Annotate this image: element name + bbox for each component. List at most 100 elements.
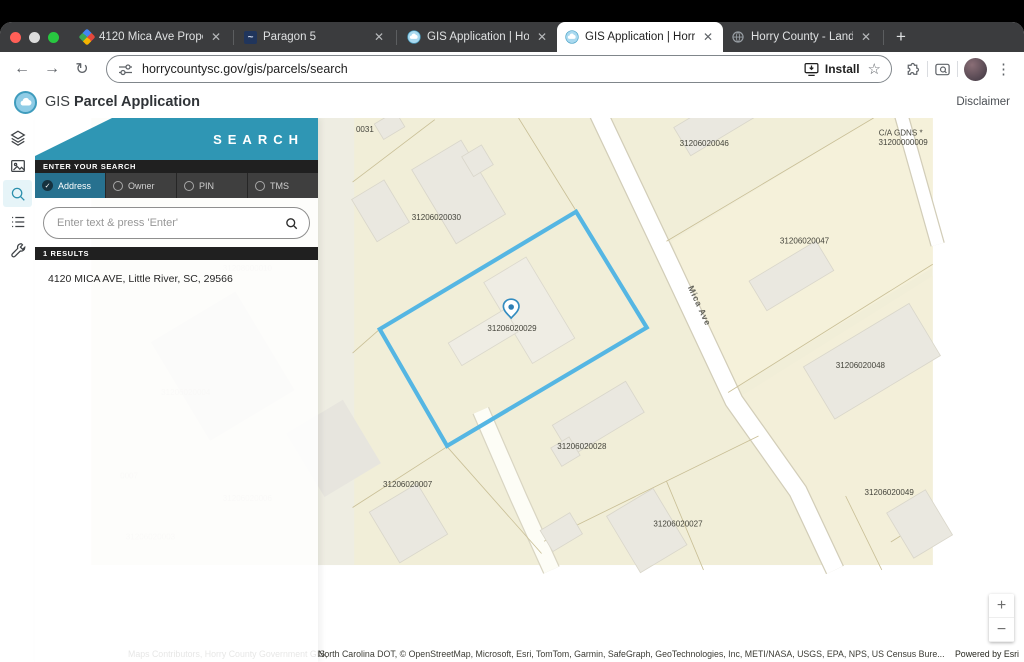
zoom-window-button[interactable] xyxy=(48,32,59,43)
sidebar-item-basemap[interactable] xyxy=(3,152,32,179)
enter-search-bar: ENTER YOUR SEARCH xyxy=(35,160,318,173)
tab-separator xyxy=(396,30,397,45)
app-title-main: Parcel Application xyxy=(74,94,200,110)
tab-close-icon[interactable]: ✕ xyxy=(701,30,715,44)
site-settings-icon[interactable] xyxy=(117,61,134,78)
install-label: Install xyxy=(825,62,860,76)
pinwheel-favicon-icon xyxy=(79,29,96,46)
page-title: GIS Parcel Application xyxy=(45,94,200,110)
cloud-favicon-icon xyxy=(407,30,421,44)
radio-icon xyxy=(255,181,265,191)
search-type-tab-address[interactable]: ✓Address xyxy=(35,173,105,198)
tab-close-icon[interactable]: ✕ xyxy=(859,30,873,44)
parcel-label: 31200000009 xyxy=(879,138,929,147)
tab-title: GIS Application | Horry Coun xyxy=(427,31,529,43)
url-text[interactable]: horrycountysc.gov/gis/parcels/search xyxy=(142,62,795,76)
disclaimer-link[interactable]: Disclaimer xyxy=(956,96,1010,108)
tab-title: 4120 Mica Ave Property Infor xyxy=(99,31,203,43)
search-result-item[interactable]: 4120 MICA AVE, Little River, SC, 29566 xyxy=(35,260,318,285)
parcel-label: 31206020028 xyxy=(557,442,607,451)
reload-button[interactable]: ↻ xyxy=(70,59,94,79)
search-type-label: Owner xyxy=(128,181,155,191)
search-placeholder: Enter text & press 'Enter' xyxy=(57,217,284,229)
parcel-label: 31206020027 xyxy=(653,519,703,528)
search-panel: SEARCH ENTER YOUR SEARCH ✓Address Owner PI… xyxy=(35,118,318,662)
search-panel-title: SEARCH xyxy=(213,132,304,147)
tab-close-icon[interactable]: ✕ xyxy=(535,30,549,44)
url-bar[interactable]: horrycountysc.gov/gis/parcels/search Ins… xyxy=(106,55,892,83)
traffic-lights xyxy=(10,32,59,43)
browser-toolbar: ← → ↻ horrycountysc.gov/gis/parcels/sear… xyxy=(0,52,1024,86)
parcel-label: 31206020048 xyxy=(836,361,886,370)
parcel-label: 0031 xyxy=(356,125,374,134)
cloud-favicon-icon xyxy=(565,30,579,44)
app-title-gis: GIS xyxy=(45,94,70,110)
zoom-in-button[interactable]: + xyxy=(989,594,1014,618)
sidebar-item-search[interactable] xyxy=(3,180,32,207)
parcel-label: 31206020029 xyxy=(487,324,537,333)
tab-close-icon[interactable]: ✕ xyxy=(372,30,386,44)
close-window-button[interactable] xyxy=(10,32,21,43)
bookmark-star-icon[interactable]: ☆ xyxy=(868,60,881,78)
map-area[interactable]: 3120800001031206020004000731206020006312… xyxy=(0,118,1024,662)
forward-button[interactable]: → xyxy=(40,60,64,78)
search-type-tabs: ✓Address Owner PIN TMS xyxy=(35,173,318,198)
parcel-label: 31206020047 xyxy=(780,237,830,246)
radio-icon xyxy=(184,181,194,191)
minimize-window-button[interactable] xyxy=(29,32,40,43)
browser-menu-icon[interactable]: ⋮ xyxy=(993,60,1014,78)
globe-favicon-icon xyxy=(731,30,745,44)
search-type-tab-tms[interactable]: TMS xyxy=(248,173,318,198)
browser-tab[interactable]: GIS Application | Horry Coun ✕ xyxy=(557,22,723,52)
tab-title: GIS Application | Horry Coun xyxy=(585,31,695,43)
sidebar-item-layers[interactable] xyxy=(3,124,32,151)
tab-separator xyxy=(883,30,884,45)
back-button[interactable]: ← xyxy=(10,60,34,78)
search-submit-icon[interactable] xyxy=(284,216,299,231)
install-icon xyxy=(803,61,820,78)
parcel-label: C/A GDNS * xyxy=(879,128,923,137)
app-logo-cloud-icon xyxy=(14,91,37,114)
layers-icon xyxy=(9,129,27,147)
search-input[interactable]: Enter text & press 'Enter' xyxy=(43,207,310,239)
search-type-tab-owner[interactable]: Owner xyxy=(106,173,176,198)
browser-tab[interactable]: 4120 Mica Ave Property Infor ✕ xyxy=(73,22,231,52)
browser-tab[interactable]: ~ Paragon 5 ✕ xyxy=(236,22,394,52)
tab-separator xyxy=(233,30,234,45)
parcel-label: 31206020030 xyxy=(412,213,462,222)
checked-radio-icon: ✓ xyxy=(42,180,53,191)
profile-avatar[interactable] xyxy=(964,58,987,81)
powered-by-esri: Powered by Esri xyxy=(947,647,1019,662)
tab-strip: 4120 Mica Ave Property Infor ✕ ~ Paragon 5 ✕… xyxy=(0,22,1024,52)
parcel-label: 31206020049 xyxy=(865,488,915,497)
app-header: GIS Parcel Application Disclaimer xyxy=(0,86,1024,118)
radio-icon xyxy=(113,181,123,191)
map-zoom-controls: + − xyxy=(989,594,1014,642)
search-type-label: PIN xyxy=(199,181,214,191)
browser-window: 4120 Mica Ave Property Infor ✕ ~ Paragon 5 ✕… xyxy=(0,22,1024,662)
search-type-label: TMS xyxy=(270,181,289,191)
parcel-label: 31206020046 xyxy=(680,139,730,148)
sidebar-item-tools[interactable] xyxy=(3,236,32,263)
tab-title: Horry County - Land Records xyxy=(751,31,853,43)
basemap-image-icon xyxy=(9,157,27,175)
wrench-icon xyxy=(9,241,27,259)
tab-title: Paragon 5 xyxy=(263,31,366,43)
zoom-out-button[interactable]: − xyxy=(989,618,1014,642)
browser-tab[interactable]: GIS Application | Horry Coun ✕ xyxy=(399,22,557,52)
search-icon xyxy=(9,185,27,203)
search-input-row: Enter text & press 'Enter' xyxy=(35,198,318,247)
install-app-button[interactable]: Install xyxy=(803,61,860,78)
sidebar-item-results[interactable] xyxy=(3,208,32,235)
new-tab-button[interactable]: + xyxy=(886,27,916,47)
browser-tab[interactable]: Horry County - Land Records ✕ xyxy=(723,22,881,52)
tool-rail xyxy=(0,118,35,662)
search-panel-banner: SEARCH xyxy=(35,118,318,160)
tab-search-icon[interactable] xyxy=(934,61,951,78)
list-icon xyxy=(9,213,27,231)
paragon-favicon-icon: ~ xyxy=(244,31,257,44)
tab-close-icon[interactable]: ✕ xyxy=(209,30,223,44)
search-type-tab-pin[interactable]: PIN xyxy=(177,173,247,198)
extensions-icon[interactable] xyxy=(904,61,921,78)
toolbar-separator xyxy=(927,61,928,77)
